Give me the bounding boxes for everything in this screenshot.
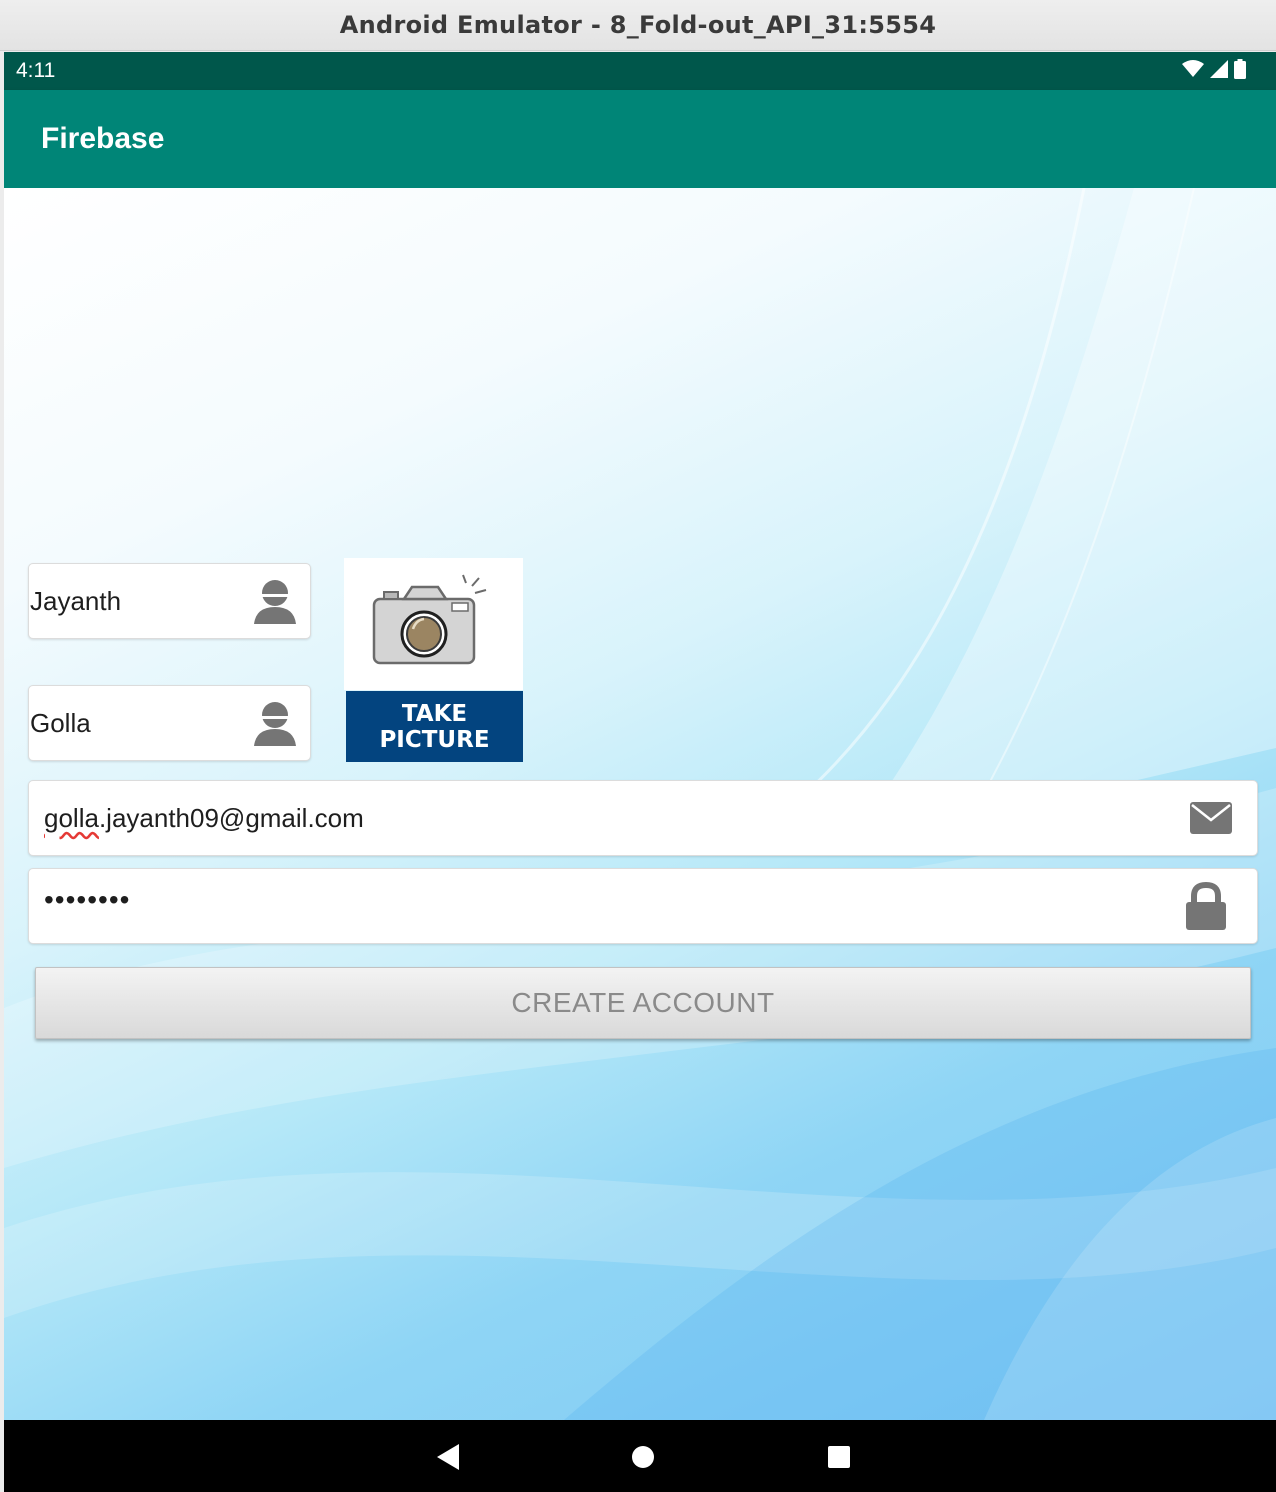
home-icon[interactable] (628, 1442, 658, 1472)
last-name-field[interactable]: Golla (28, 685, 311, 761)
person-icon (253, 700, 297, 746)
first-name-input[interactable]: Jayanth (30, 586, 121, 617)
recents-icon[interactable] (824, 1442, 854, 1472)
take-picture-button[interactable]: TAKE PICTURE (346, 691, 523, 762)
app-toolbar: Firebase (4, 90, 1276, 188)
status-bar: 4:11 (4, 52, 1276, 90)
app-title: Firebase (41, 122, 165, 155)
password-field[interactable]: •••••••• (28, 868, 1258, 944)
signup-screen: Jayanth Golla TAKE PICTURE golla.jayanth… (4, 188, 1276, 1420)
email-input[interactable]: golla.jayanth09@gmail.com (44, 803, 364, 834)
emulator-titlebar: Android Emulator - 8_Fold-out_API_31:555… (0, 0, 1276, 51)
status-icons (1182, 58, 1246, 84)
email-field[interactable]: golla.jayanth09@gmail.com (28, 780, 1258, 856)
device-screen: 4:11 Firebase Jayanth Golla TAKE PICTURE… (4, 52, 1276, 1492)
status-time: 4:11 (16, 59, 56, 82)
person-icon (253, 578, 297, 624)
email-misspelled-part: golla (44, 802, 99, 833)
window-title: Android Emulator - 8_Fold-out_API_31:555… (339, 11, 937, 39)
back-icon[interactable] (432, 1442, 462, 1472)
camera-image-preview[interactable] (344, 558, 523, 690)
first-name-field[interactable]: Jayanth (28, 563, 311, 639)
battery-icon (1234, 58, 1246, 84)
email-rest: .jayanth09@gmail.com (98, 802, 364, 833)
take-picture-label: TAKE PICTURE (379, 701, 490, 753)
lock-icon (1184, 882, 1228, 930)
envelope-icon (1189, 801, 1233, 835)
cell-signal-icon (1210, 59, 1228, 83)
system-nav-bar (4, 1420, 1276, 1492)
camera-icon (372, 573, 496, 676)
create-account-button[interactable]: CREATE ACCOUNT (35, 967, 1251, 1039)
last-name-input[interactable]: Golla (30, 708, 91, 739)
password-input[interactable]: •••••••• (44, 884, 130, 916)
wifi-icon (1182, 59, 1204, 83)
